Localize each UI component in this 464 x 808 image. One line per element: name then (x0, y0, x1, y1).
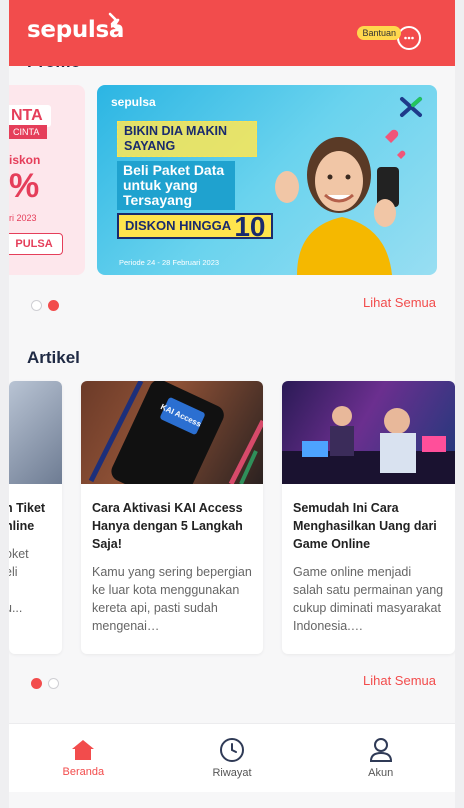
pagination-dot[interactable] (31, 300, 42, 311)
user-icon (369, 738, 392, 762)
article-card[interactable]: n Tiket nline oket eli u... (9, 381, 62, 654)
xl-logo-icon (400, 97, 422, 117)
promo-left-percent: % (9, 167, 40, 205)
nav-label: Riwayat (212, 767, 252, 779)
promo-pagination (31, 300, 59, 311)
promo-banner-headline: BIKIN DIA MAKIN SAYANG (117, 121, 257, 157)
article-desc: Kamu yang sering bepergian ke luar kota … (92, 565, 252, 633)
promo-banner-main[interactable]: sepulsa BIKIN DIA MAKIN SAYANG Beli Pake… (97, 85, 437, 275)
bottom-navigation: Beranda Riwayat Akun (9, 723, 455, 792)
nav-item-riwayat[interactable]: Riwayat (158, 724, 307, 792)
phone-on-table-illustration (88, 381, 263, 484)
article-card[interactable]: KAI Access Cara Aktivasi KAI Access Hany… (81, 381, 263, 654)
woman-with-phone-illustration (275, 129, 406, 275)
article-pagination (31, 678, 59, 689)
promo-left-tag-sub: CINTA (9, 125, 48, 139)
pagination-dot-active[interactable] (31, 678, 42, 689)
pagination-dot[interactable] (48, 678, 59, 689)
article-see-all-link[interactable]: Lihat Semua (363, 673, 436, 688)
article-desc: Game online menjadi salah satu permainan… (293, 565, 444, 633)
nav-item-beranda[interactable]: Beranda (9, 724, 158, 792)
promo-left-tag: NTA (9, 105, 51, 127)
nav-item-akun[interactable]: Akun (306, 724, 455, 792)
promo-see-all-link[interactable]: Lihat Semua (363, 295, 436, 310)
logo-mark-icon (108, 12, 121, 32)
app-header: sepulsa Bantuan (9, 0, 455, 66)
pagination-dot-active[interactable] (48, 300, 59, 311)
help-badge: Bantuan (357, 26, 401, 40)
promo-banner-logo: sepulsa (111, 95, 156, 109)
promo-banner-partial[interactable]: NTA CINTA iskon % ri 2023 PULSA (9, 85, 85, 275)
clock-icon (220, 738, 244, 762)
promo-discount-value: 10 (234, 211, 266, 243)
nav-label: Akun (368, 767, 394, 779)
article-title: n Tiket nline (9, 501, 46, 533)
help-button[interactable]: Bantuan (357, 16, 421, 50)
promo-left-date: ri 2023 (9, 213, 37, 223)
promo-left-diskon: iskon (9, 153, 41, 167)
article-card[interactable]: Semudah Ini Cara Menghasilkan Uang dari … (282, 381, 455, 654)
promo-left-button: PULSA (9, 233, 63, 255)
promo-banner-discount: DISKON HINGGA 10 (117, 211, 274, 243)
promo-banner-period: Periode 24 - 28 Februari 2023 (119, 258, 220, 267)
promo-discount-label: DISKON HINGGA (125, 218, 231, 233)
promo-banner-subline: Beli Paket Data untuk yang Tersayang (117, 161, 235, 210)
article-image (9, 381, 62, 484)
article-section-title: Artikel (27, 348, 80, 367)
home-icon (72, 740, 95, 760)
article-image (282, 381, 455, 484)
article-desc: oket eli u... (9, 547, 29, 615)
article-image: KAI Access (81, 381, 263, 484)
app-screen: sepulsa Bantuan Promo NTA CINTA iskon % … (9, 0, 455, 808)
nav-label: Beranda (62, 766, 105, 778)
article-title: Semudah Ini Cara Menghasilkan Uang dari … (293, 501, 437, 551)
gamers-illustration (282, 406, 455, 484)
article-title: Cara Aktivasi KAI Access Hanya dengan 5 … (92, 501, 243, 551)
chat-help-icon (397, 26, 421, 50)
